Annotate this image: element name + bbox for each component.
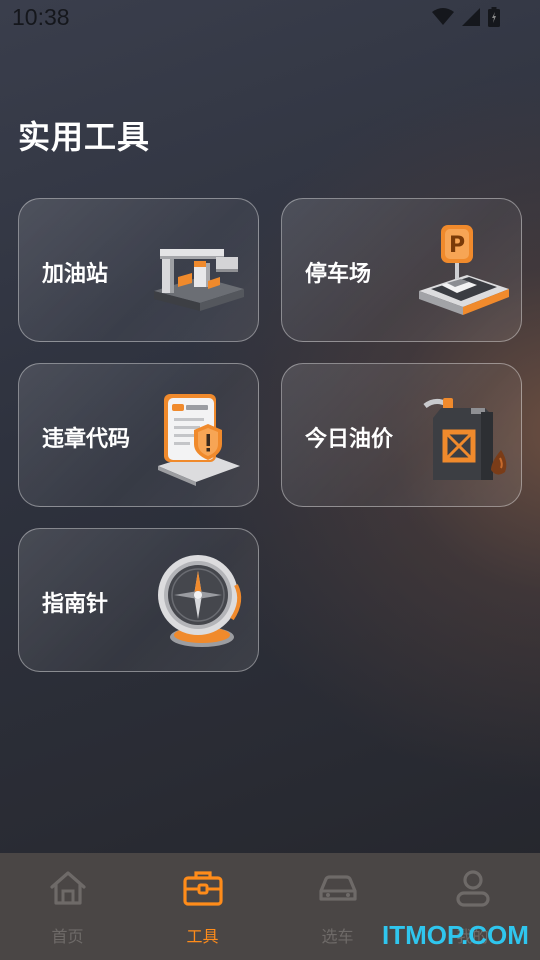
compass-icon xyxy=(158,555,242,647)
tool-card-label: 指南针 xyxy=(42,592,109,617)
tool-card-label: 加油站 xyxy=(42,262,109,287)
tool-card-label: 今日油价 xyxy=(305,427,394,452)
tab-label: 首页 xyxy=(51,927,84,946)
tab-home[interactable]: 首页 xyxy=(0,853,135,960)
tool-card-label: 停车场 xyxy=(305,262,372,287)
gas-station-icon xyxy=(154,249,244,311)
wifi-icon xyxy=(432,8,454,25)
svg-text:P: P xyxy=(449,233,465,258)
cell-signal-icon xyxy=(462,8,480,26)
home-icon xyxy=(50,871,86,905)
car-icon xyxy=(319,875,357,901)
tool-card-label: 违章代码 xyxy=(42,427,131,452)
user-icon xyxy=(456,870,490,907)
tab-tools[interactable]: 工具 xyxy=(135,853,270,960)
toolbox-icon xyxy=(183,871,223,906)
status-bar: 10:38 xyxy=(0,0,540,38)
tool-card-parking[interactable]: 停车场 P xyxy=(281,198,522,342)
status-icons xyxy=(432,7,500,27)
watermark: ITMOP.COM xyxy=(382,920,529,950)
tool-card-fuel-price[interactable]: 今日油价 xyxy=(281,363,522,507)
tool-card-violation-code[interactable]: 违章代码 xyxy=(18,363,259,507)
violation-document-icon xyxy=(158,394,240,486)
parking-icon: P xyxy=(419,225,509,315)
tool-card-compass[interactable]: 指南针 xyxy=(18,528,259,672)
status-time: 10:38 xyxy=(12,4,70,30)
tab-label: 工具 xyxy=(186,927,219,946)
tool-card-gas-station[interactable]: 加油站 xyxy=(18,198,259,342)
page-title: 实用工具 xyxy=(18,118,151,156)
fuel-can-icon xyxy=(423,398,507,480)
battery-icon xyxy=(488,7,500,27)
